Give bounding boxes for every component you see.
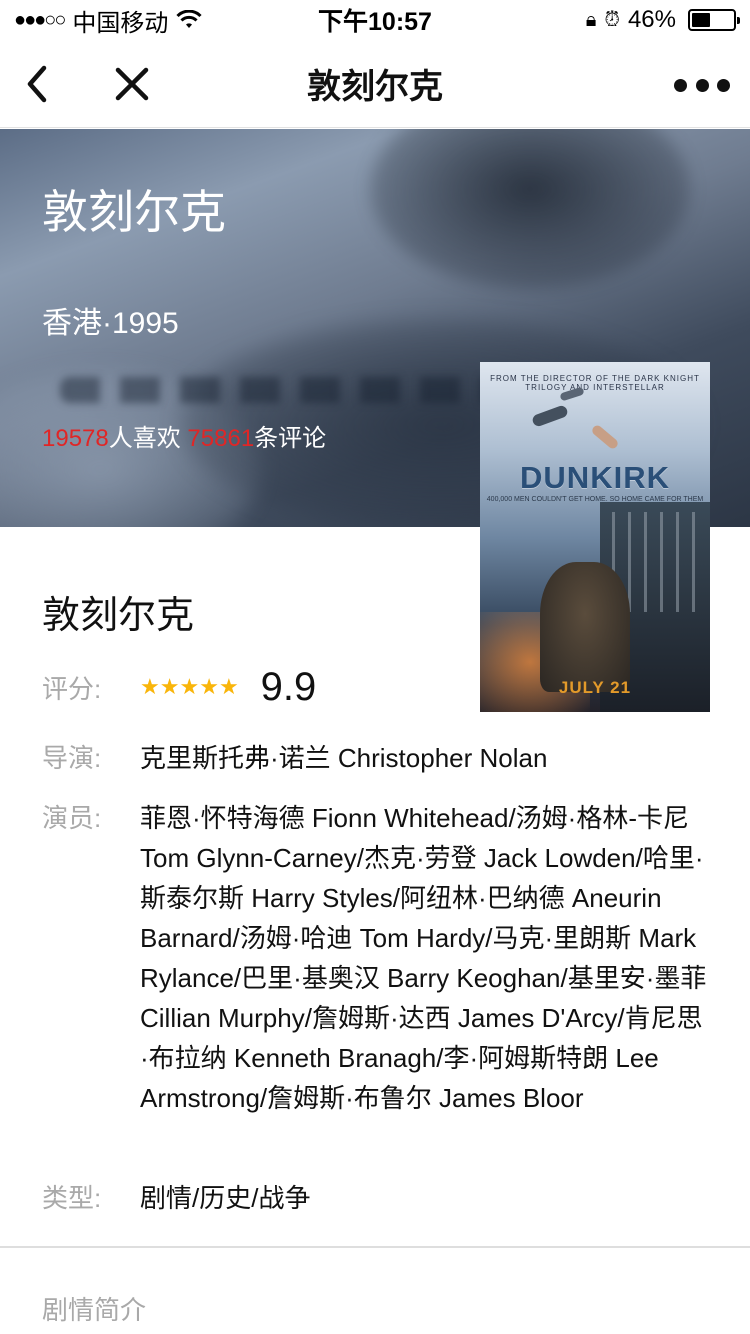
section-divider <box>0 1246 750 1248</box>
signal-strength-icon: ●●●○○ <box>14 8 66 31</box>
more-dot-icon <box>695 78 709 92</box>
back-button[interactable] <box>18 62 62 106</box>
chevron-left-icon <box>27 65 47 103</box>
genre-row: 类型: 剧情/历史/战争 <box>42 1178 722 1218</box>
battery-icon <box>688 9 740 31</box>
hero-title: 敦刻尔克 <box>42 186 226 238</box>
poster-tagline: 400,000 MEN COULDN'T GET HOME. SO HOME C… <box>486 496 704 503</box>
likes-count: 19578 <box>42 425 109 452</box>
hero-background-shape <box>370 129 690 289</box>
alarm-icon: ⏰︎ <box>604 8 620 31</box>
status-left: ●●●○○ 中国移动 <box>14 3 202 38</box>
hero-stats: 19578人喜欢 75861条评论 <box>42 418 326 453</box>
poster-hand-shape <box>590 423 620 451</box>
actors-label: 演员: <box>42 803 102 833</box>
status-right: 🔒︎ ⏰︎ 46% <box>585 6 740 34</box>
genre-value: 剧情/历史/战争 <box>140 1183 311 1213</box>
carrier-name: 中国移动 <box>72 9 169 37</box>
genre-label: 类型: <box>42 1183 102 1213</box>
star-icon: ★ <box>199 674 219 699</box>
close-icon <box>115 67 149 101</box>
movie-title: 敦刻尔克 <box>42 595 195 637</box>
close-button[interactable] <box>110 62 154 106</box>
hero-meta: 香港·1995 <box>42 307 179 340</box>
rating-stars: ★ ★ ★ ★ ★ <box>140 676 239 698</box>
more-dot-icon <box>717 78 730 92</box>
status-bar: ●●●○○ 中国移动 下午10:57 🔒︎ ⏰︎ 46% <box>0 0 750 40</box>
synopsis-title: 剧情简介 <box>42 1295 147 1325</box>
star-icon: ★ <box>218 674 239 699</box>
director-value: 克里斯托弗·诺兰 Christopher Nolan <box>140 743 548 773</box>
rating-score: 9.9 <box>260 664 317 709</box>
director-label: 导演: <box>42 743 102 773</box>
nav-bar: 敦刻尔克 <box>0 40 750 128</box>
rating-label: 评分: <box>42 673 102 704</box>
actors-row: 演员: 菲恩·怀特海德 Fionn Whitehead/汤姆·格林-卡尼 Tom… <box>42 798 722 1118</box>
poster-top-text: FROM THE DIRECTOR OF THE DARK KNIGHT TRI… <box>490 374 700 392</box>
star-icon: ★ <box>179 674 200 699</box>
poster-title: DUNKIRK <box>520 460 670 495</box>
rotation-lock-icon: 🔒︎ <box>585 8 597 31</box>
star-icon: ★ <box>159 674 180 699</box>
more-dot-icon <box>674 78 687 92</box>
battery-fill <box>692 13 711 27</box>
battery-percent: 46% <box>627 6 676 33</box>
star-icon: ★ <box>140 674 160 699</box>
likes-label: 人喜欢 <box>108 425 181 452</box>
comments-count: 75861 <box>187 425 255 452</box>
poster-plane-shape <box>531 404 569 428</box>
more-button[interactable] <box>674 68 730 102</box>
director-row: 导演: 克里斯托弗·诺兰 Christopher Nolan <box>42 738 722 778</box>
actors-value: 菲恩·怀特海德 Fionn Whitehead/汤姆·格林-卡尼 Tom Gly… <box>140 803 707 1113</box>
rating-row: 评分: ★ ★ ★ ★ ★ 9.9 <box>42 660 722 714</box>
wifi-icon <box>176 10 202 28</box>
comments-label: 条评论 <box>254 425 327 452</box>
